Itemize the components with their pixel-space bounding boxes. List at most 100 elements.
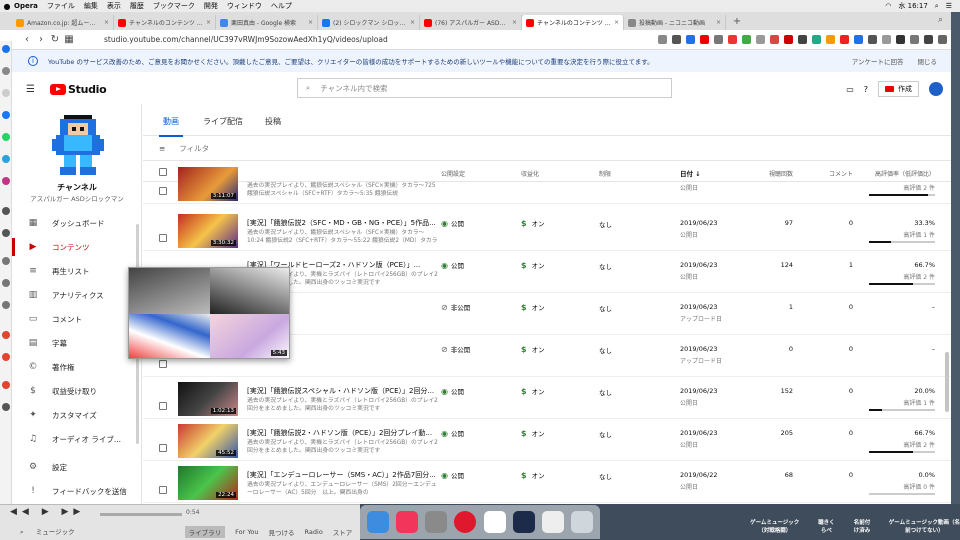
extension-icon[interactable]	[728, 35, 737, 44]
visibility-status[interactable]: ◉ 公開	[441, 428, 464, 439]
visibility-status[interactable]: ◉ 公開	[441, 386, 464, 397]
music-app-icon[interactable]	[396, 511, 419, 533]
extension-icon[interactable]	[854, 35, 863, 44]
notice-close-link[interactable]: 閉じる	[918, 56, 938, 66]
table-row[interactable]: 1:02:13 [実況]「餓狼伝説スペシャル・ハドソン版（PCE）」2回分... 過…	[143, 377, 951, 419]
extension-icon[interactable]	[812, 35, 821, 44]
desktop-folder[interactable]: 聴きくらべ	[817, 518, 835, 534]
menu-view[interactable]: 表示	[107, 1, 121, 11]
speed-dial-icon[interactable]: ▦	[62, 34, 76, 45]
menu-help[interactable]: ヘルプ	[271, 1, 292, 11]
sidebar-item[interactable]: © 著作権	[12, 356, 140, 378]
menu-icon[interactable]: ☰	[26, 84, 42, 95]
new-tab-button[interactable]: +	[730, 16, 744, 27]
table-row[interactable]: 3:30:32 [実況]「餓狼伝説2（SFC・MD・GB・NG・PCE）」5作品.…	[143, 209, 951, 251]
extension-icon[interactable]	[868, 35, 877, 44]
create-button[interactable]: 作成	[878, 81, 919, 97]
video-thumbnail[interactable]: 22:24	[178, 466, 238, 500]
menu-develop[interactable]: 開発	[204, 1, 218, 11]
survey-link[interactable]: アンケートに回答	[852, 56, 904, 66]
extension-icon[interactable]	[658, 35, 667, 44]
help-icon[interactable]: ?	[864, 85, 868, 94]
music-tab-radio[interactable]: Radio	[305, 528, 323, 536]
tab-search-icon[interactable]: ⌕	[938, 15, 943, 25]
account-avatar[interactable]	[929, 82, 943, 96]
music-tab-browse[interactable]: 見つける	[269, 527, 295, 537]
visibility-status[interactable]: ⊘ 非公開	[441, 344, 470, 355]
visibility-status[interactable]: ◉ 公開	[441, 260, 464, 271]
extension-icon[interactable]	[882, 35, 891, 44]
desktop-folder[interactable]: ゲームミュージック（対戦格闘）	[748, 518, 801, 534]
menu-file[interactable]: ファイル	[47, 1, 75, 11]
visibility-status[interactable]: ◉ 公開	[441, 470, 464, 481]
playback-controls[interactable]: ◀◀ ▶ ▶▶	[10, 507, 85, 517]
quicktime-icon[interactable]	[512, 511, 535, 533]
sidebar-item[interactable]: ▦ ダッシュボード	[12, 212, 140, 234]
opera-icon[interactable]	[454, 511, 477, 533]
close-tab-icon[interactable]: ×	[614, 19, 619, 26]
row-checkbox[interactable]	[159, 486, 167, 494]
monetization-status[interactable]: $ オン	[521, 428, 545, 439]
monetization-status[interactable]: $ オン	[521, 386, 545, 397]
player-icon[interactable]	[2, 207, 10, 215]
extension-icon[interactable]	[938, 35, 947, 44]
close-tab-icon[interactable]: ×	[104, 19, 109, 26]
finder-icon[interactable]	[367, 511, 390, 533]
monetization-status[interactable]: $ オン	[521, 260, 545, 271]
music-tab-for-you[interactable]: For You	[235, 528, 258, 536]
extension-icon[interactable]	[700, 35, 709, 44]
menu-bookmarks[interactable]: ブックマーク	[153, 1, 195, 11]
tab-live[interactable]: ライブ配信	[203, 116, 243, 127]
home-icon[interactable]	[2, 45, 10, 53]
extension-icon[interactable]	[756, 35, 765, 44]
apple-icon[interactable]: ●	[0, 2, 14, 11]
sidebar-item[interactable]: ▭ コメント	[12, 308, 140, 330]
video-preview-popup[interactable]: 5:43	[128, 267, 290, 359]
table-row[interactable]: 3:11:07 過去の実況プレイより、餓狼伝説スペシャル（SFC×実機）タカラ〜7…	[143, 162, 951, 204]
row-checkbox[interactable]	[159, 187, 167, 195]
extension-icon[interactable]	[826, 35, 835, 44]
list-icon[interactable]: ☰	[946, 2, 952, 10]
studio-logo[interactable]: Studio	[50, 83, 107, 96]
wifi-icon[interactable]: ◠	[885, 2, 891, 10]
music-tab-store[interactable]: ストア	[333, 527, 353, 537]
sidebar-item[interactable]: ✦ カスタマイズ	[12, 404, 140, 426]
video-thumbnail[interactable]: 3:30:32	[178, 214, 238, 248]
history-icon[interactable]	[2, 279, 10, 287]
row-checkbox[interactable]	[159, 234, 167, 242]
forward-icon[interactable]: ›	[34, 34, 48, 45]
sidebar-item[interactable]: ⚙ 設定	[12, 456, 140, 478]
monetization-status[interactable]: $ オン	[521, 302, 545, 313]
telegram-icon[interactable]	[2, 155, 10, 163]
extension-icon[interactable]	[784, 35, 793, 44]
game-icon[interactable]	[2, 381, 10, 389]
video-thumbnail[interactable]: 1:02:13	[178, 382, 238, 416]
monetization-status[interactable]: $ オン	[521, 218, 545, 229]
extension-icon[interactable]	[910, 35, 919, 44]
app-menu[interactable]: Opera	[14, 2, 38, 10]
close-tab-icon[interactable]: ×	[206, 19, 211, 26]
extension-icon[interactable]	[840, 35, 849, 44]
send-icon[interactable]	[2, 229, 10, 237]
close-tab-icon[interactable]: ×	[512, 19, 517, 26]
extension-icon[interactable]	[672, 35, 681, 44]
whatsapp-icon[interactable]	[2, 133, 10, 141]
instagram-icon[interactable]	[2, 177, 10, 185]
trash-icon[interactable]	[570, 511, 593, 533]
tab-videos[interactable]: 動画	[159, 116, 183, 137]
visibility-status[interactable]: ⊘ 非公開	[441, 302, 470, 313]
reload-icon[interactable]: ↻	[48, 34, 62, 45]
messenger-icon[interactable]	[2, 111, 10, 119]
row-checkbox[interactable]	[159, 360, 167, 368]
system-preferences-icon[interactable]	[425, 511, 448, 533]
visibility-status[interactable]: ◉ 公開	[441, 218, 464, 229]
extension-icon[interactable]	[924, 35, 933, 44]
close-tab-icon[interactable]: ×	[716, 19, 721, 26]
monetization-status[interactable]: $ オン	[521, 344, 545, 355]
bookmark-icon[interactable]	[2, 353, 10, 361]
monetization-status[interactable]: $ オン	[521, 470, 545, 481]
clock[interactable]: 水 16:17	[898, 1, 927, 11]
table-row[interactable]: 45:52 [実況]「餓狼伝説2・ハドソン版（PCE）」2回分プレイ動... 過去の…	[143, 419, 951, 461]
extension-icon[interactable]	[896, 35, 905, 44]
sidebar-item[interactable]: ▶ コンテンツ	[12, 236, 140, 258]
